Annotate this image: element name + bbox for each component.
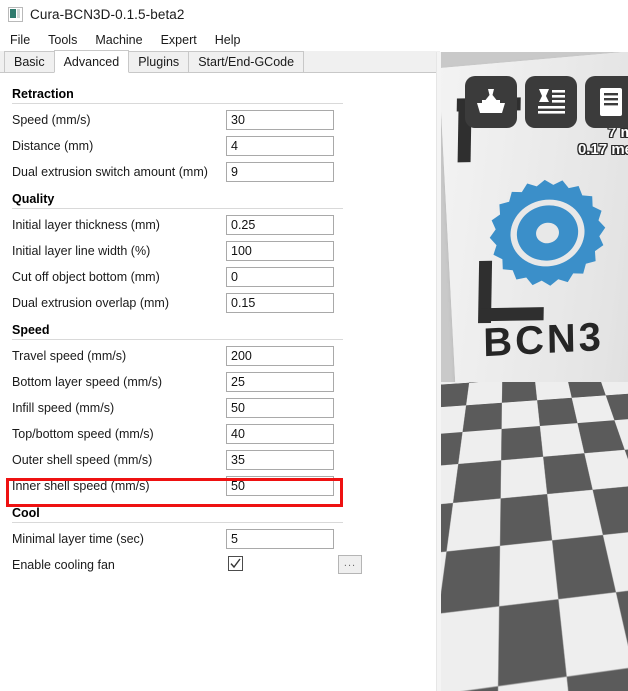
window-title: Cura-BCN3D-0.1.5-beta2 [30, 6, 185, 22]
setting-input-dual-extrusion-switch-amount[interactable] [226, 162, 334, 182]
menu-item-file[interactable]: File [8, 31, 39, 49]
setting-input-retraction-distance[interactable] [226, 136, 334, 156]
setting-label: Cut off object bottom (mm) [12, 270, 160, 284]
tab-start-end-gcode[interactable]: Start/End-GCode [188, 51, 305, 72]
print-stats-overlay: 7 mi 0.17 met [578, 124, 628, 158]
setting-label: Travel speed (mm/s) [12, 349, 127, 363]
group-divider [12, 103, 343, 104]
setting-input-initial-layer-line-width[interactable] [226, 241, 334, 261]
setting-row: Enable cooling fan ... [0, 552, 439, 578]
setting-label: Top/bottom speed (mm/s) [12, 427, 154, 441]
load-model-button[interactable] [465, 76, 517, 128]
setting-row: Top/bottom speed (mm/s) [0, 421, 439, 447]
setting-row: Initial layer thickness (mm) [0, 212, 439, 238]
setting-label: Minimal layer time (sec) [12, 532, 144, 546]
setting-label: Infill speed (mm/s) [12, 401, 115, 415]
setting-label: Speed (mm/s) [12, 113, 91, 127]
menu-item-help[interactable]: Help [213, 31, 250, 49]
setting-input-bottom-layer-speed[interactable] [226, 372, 334, 392]
menu-bar: File Tools Machine Expert Help [0, 28, 628, 51]
cooling-fan-options-button[interactable]: ... [338, 555, 362, 574]
menu-item-tools[interactable]: Tools [46, 31, 86, 49]
checkbox-enable-cooling-fan[interactable] [228, 556, 243, 571]
group-divider [12, 339, 343, 340]
setting-row: Cut off object bottom (mm) [0, 264, 439, 290]
title-bar: Cura-BCN3D-0.1.5-beta2 [0, 0, 628, 28]
setting-row: Dual extrusion overlap (mm) [0, 290, 439, 316]
setting-input-infill-speed[interactable] [226, 398, 334, 418]
mirror-model-button[interactable] [585, 629, 628, 681]
rotate-model-button[interactable] [465, 629, 517, 681]
scale-model-button[interactable] [525, 629, 577, 681]
setting-input-cut-off-object-bottom[interactable] [226, 267, 334, 287]
setting-input-retraction-speed[interactable] [226, 110, 334, 130]
viewport-toolbar-top [465, 76, 628, 128]
app-icon [8, 6, 23, 22]
setting-label: Initial layer line width (%) [12, 244, 151, 258]
setting-label: Dual extrusion switch amount (mm) [12, 165, 208, 179]
group-divider [12, 208, 343, 209]
setting-row-infill-speed: Infill speed (mm/s) [0, 395, 439, 421]
mirror-model-icon [598, 640, 624, 670]
setting-label: Inner shell speed (mm/s) [12, 479, 150, 493]
3d-viewport[interactable]: BCN3 7 mi 0.17 met [441, 52, 628, 691]
menu-item-machine[interactable]: Machine [93, 31, 151, 49]
group-title-cool: Cool [12, 506, 40, 520]
setting-row: Dual extrusion switch amount (mm) [0, 159, 439, 185]
setting-row: Outer shell speed (mm/s) [0, 447, 439, 473]
setting-input-initial-layer-thickness[interactable] [226, 215, 334, 235]
setting-input-travel-speed[interactable] [226, 346, 334, 366]
group-title-quality: Quality [12, 192, 55, 206]
gear-icon [489, 179, 606, 286]
settings-group-quality: Quality Initial layer thickness (mm) Ini… [0, 189, 439, 316]
load-model-icon [477, 89, 505, 113]
setting-row: Initial layer line width (%) [0, 238, 439, 264]
setting-row: Travel speed (mm/s) [0, 343, 439, 369]
group-divider [12, 522, 343, 523]
setting-label: Bottom layer speed (mm/s) [12, 375, 163, 389]
layer-view-button[interactable] [525, 76, 577, 128]
setting-input-inner-shell-speed[interactable] [226, 476, 334, 496]
save-gcode-button[interactable] [585, 76, 628, 128]
setting-input-outer-shell-speed[interactable] [226, 450, 334, 470]
setting-input-top-bottom-speed[interactable] [226, 424, 334, 444]
setting-row: Inner shell speed (mm/s) [0, 473, 439, 499]
setting-input-minimal-layer-time[interactable] [226, 529, 334, 549]
group-title-retraction: Retraction [12, 87, 74, 101]
setting-label: Enable cooling fan [12, 558, 115, 572]
tab-bar: Basic Advanced Plugins Start/End-GCode [0, 50, 440, 73]
model-logo-text: BCN3 [482, 314, 605, 366]
rotate-model-icon [478, 640, 504, 670]
checkmark-icon [230, 558, 241, 569]
group-title-speed: Speed [12, 323, 50, 337]
tab-basic[interactable]: Basic [4, 51, 55, 72]
settings-group-retraction: Retraction Speed (mm/s) Distance (mm) Du… [0, 84, 439, 185]
scale-model-icon [538, 640, 564, 670]
setting-row: Speed (mm/s) [0, 107, 439, 133]
setting-label: Dual extrusion overlap (mm) [12, 296, 169, 310]
save-gcode-icon [600, 88, 622, 116]
setting-row: Distance (mm) [0, 133, 439, 159]
setting-label: Distance (mm) [12, 139, 94, 153]
settings-group-speed: Speed Travel speed (mm/s) Bottom layer s… [0, 320, 439, 499]
filament-length-text: 0.17 met [577, 141, 628, 158]
setting-label: Outer shell speed (mm/s) [12, 453, 153, 467]
settings-group-cool: Cool Minimal layer time (sec) Enable coo… [0, 503, 439, 578]
setting-label: Initial layer thickness (mm) [12, 218, 160, 232]
setting-row: Minimal layer time (sec) [0, 526, 439, 552]
menu-item-expert[interactable]: Expert [159, 31, 206, 49]
setting-row: Bottom layer speed (mm/s) [0, 369, 439, 395]
tab-plugins[interactable]: Plugins [128, 51, 190, 72]
settings-panel: Retraction Speed (mm/s) Distance (mm) Du… [0, 74, 440, 691]
tab-advanced[interactable]: Advanced [53, 50, 130, 73]
viewport-toolbar-bottom [465, 629, 628, 681]
setting-input-dual-extrusion-overlap[interactable] [226, 293, 334, 313]
layer-view-icon [538, 89, 565, 114]
